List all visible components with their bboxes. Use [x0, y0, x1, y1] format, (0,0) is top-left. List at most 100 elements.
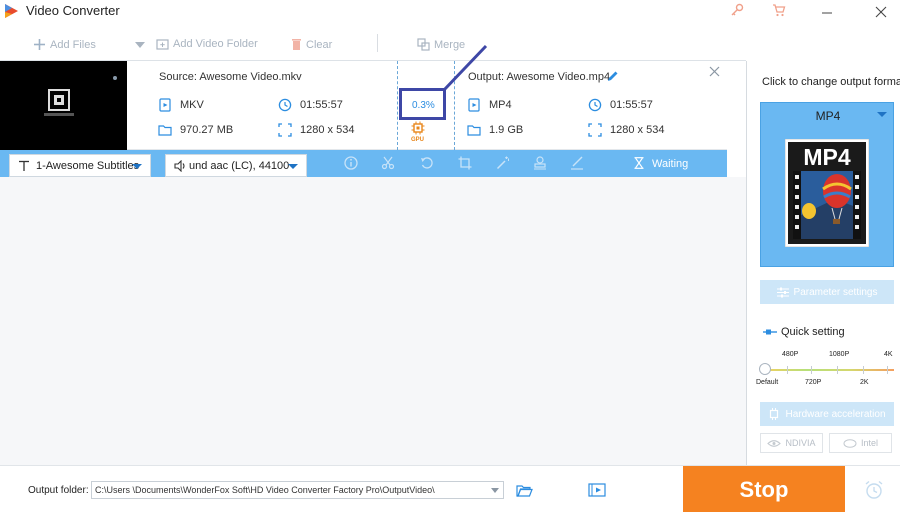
output-duration: 01:55:57	[588, 98, 653, 112]
resolution-icon	[588, 123, 602, 137]
parameter-settings-button[interactable]: Parameter settings	[760, 280, 894, 304]
crop-icon[interactable]	[458, 156, 472, 170]
rotate-icon[interactable]	[420, 156, 434, 170]
source-resolution-value: 1280 x 534	[300, 124, 355, 136]
merge-icon	[417, 38, 430, 51]
chevron-down-icon	[288, 164, 298, 169]
studio-logo-text	[44, 113, 74, 116]
quick-setting-slider-thumb[interactable]	[759, 363, 771, 375]
slider-tick	[887, 366, 888, 374]
minimize-button[interactable]	[812, 0, 842, 24]
res-label-4k: 4K	[884, 351, 893, 358]
hardware-acceleration-button[interactable]: Hardware acceleration	[760, 402, 894, 426]
close-window-button[interactable]	[866, 0, 896, 24]
intel-toggle[interactable]: Intel	[829, 433, 892, 453]
slider-tick	[811, 366, 812, 374]
effects-wand-icon[interactable]	[496, 156, 510, 170]
stop-button[interactable]: Stop	[683, 466, 845, 512]
source-format-value: MKV	[180, 99, 204, 111]
output-format-panel: Click to change output format: MP4 MP4 P…	[746, 61, 900, 465]
toolbar-separator	[377, 34, 378, 52]
output-format-prompt: Click to change output format:	[762, 76, 900, 88]
quick-setting-slider[interactable]	[764, 369, 894, 371]
plus-icon	[34, 39, 45, 50]
output-size: 1.9 GB	[467, 123, 523, 137]
task-status: Waiting	[652, 158, 689, 170]
title-bar: Video Converter	[0, 0, 900, 24]
merge-button[interactable]: Merge	[417, 38, 465, 51]
speaker-icon	[174, 159, 185, 172]
task-row[interactable]: Source: Awesome Video.mkv MKV 01:55:57 9…	[0, 61, 727, 150]
info-icon[interactable]	[344, 156, 358, 170]
watermark-stamp-icon[interactable]	[533, 156, 547, 170]
annotation-highlight-box	[399, 88, 446, 120]
add-video-folder-button[interactable]: Add Video Folder	[156, 38, 258, 50]
hourglass-icon	[634, 157, 644, 169]
toolbar: Add Files Add Video Folder Clear Merge	[0, 32, 900, 58]
subtitle-edit-icon[interactable]	[570, 156, 584, 170]
add-video-folder-label: Add Video Folder	[173, 38, 258, 50]
output-folder-label: Output folder:	[28, 485, 89, 496]
output-format: MP4	[467, 98, 512, 112]
output-folder-path: C:\Users \Documents\WonderFox Soft\HD Vi…	[95, 485, 435, 495]
res-label-720p: 720P	[805, 379, 822, 386]
thumbnail-handle	[113, 76, 117, 80]
output-duration-value: 01:55:57	[610, 99, 653, 111]
audio-track-select[interactable]: und aac (LC), 44100	[165, 154, 307, 177]
add-files-button[interactable]: Add Files	[33, 38, 96, 51]
res-label-default: Default	[756, 379, 779, 386]
folder-plus-icon	[156, 39, 169, 50]
video-thumbnail[interactable]	[0, 61, 127, 150]
chevron-down-icon[interactable]	[491, 488, 499, 493]
source-resolution: 1280 x 534	[278, 123, 354, 137]
clear-button[interactable]: Clear	[291, 38, 332, 51]
res-label-480p: 480P	[782, 351, 799, 358]
output-format-selector[interactable]: MP4 MP4	[760, 102, 894, 267]
task-list-empty-area	[0, 177, 746, 465]
subtitle-select[interactable]: 1-Awesome Subtitles	[9, 154, 151, 177]
output-format-name: MP4	[815, 109, 841, 123]
window-title: Video Converter	[26, 3, 120, 18]
source-size: 970.27 MB	[158, 123, 233, 137]
sliders-icon	[776, 287, 789, 297]
hardware-acceleration-label: Hardware acceleration	[785, 408, 886, 420]
clock-icon	[278, 98, 292, 112]
output-size-value: 1.9 GB	[489, 124, 524, 136]
chevron-down-icon[interactable]	[135, 42, 145, 48]
open-folder-icon[interactable]	[516, 484, 533, 497]
output-resolution-value: 1280 x 534	[610, 124, 665, 136]
progress-divider-left	[397, 61, 398, 150]
gpu-chip-icon	[411, 121, 425, 135]
video-file-icon	[159, 98, 171, 112]
output-resolution: 1280 x 534	[588, 123, 664, 137]
alarm-clock-icon[interactable]	[864, 480, 884, 500]
source-size-value: 970.27 MB	[180, 124, 234, 136]
source-format: MKV	[158, 98, 204, 112]
source-title: Source: Awesome Video.mkv	[159, 71, 302, 83]
trash-icon	[292, 39, 301, 50]
slider-tick	[837, 366, 838, 374]
source-duration: 01:55:57	[278, 98, 343, 112]
quick-setting-icon	[763, 329, 777, 335]
output-folder-input[interactable]: C:\Users \Documents\WonderFox Soft\HD Vi…	[91, 481, 504, 499]
video-folder-icon[interactable]	[588, 483, 606, 497]
quick-setting-label: Quick setting	[781, 326, 845, 338]
slider-tick	[863, 366, 864, 374]
nvidia-toggle[interactable]: NDIVIA	[760, 433, 823, 453]
res-label-2k: 2K	[860, 379, 869, 386]
video-file-icon	[468, 98, 480, 112]
output-title: Output: Awesome Video.mp4	[468, 71, 611, 83]
remove-task-icon[interactable]	[709, 66, 720, 77]
resolution-icon	[278, 123, 292, 137]
intel-logo-icon	[843, 438, 857, 448]
chevron-down-icon	[877, 112, 887, 117]
key-icon[interactable]	[730, 3, 744, 17]
folder-icon	[158, 125, 172, 136]
scissors-icon[interactable]	[381, 156, 395, 170]
cart-icon[interactable]	[772, 3, 786, 17]
gpu-label: GPU	[411, 137, 425, 143]
task-toolbar: 1-Awesome Subtitles und aac (LC), 44100 …	[0, 150, 727, 177]
pencil-icon[interactable]	[606, 70, 619, 83]
clear-label: Clear	[306, 38, 333, 51]
mp4-badge-text: MP4	[803, 144, 851, 170]
